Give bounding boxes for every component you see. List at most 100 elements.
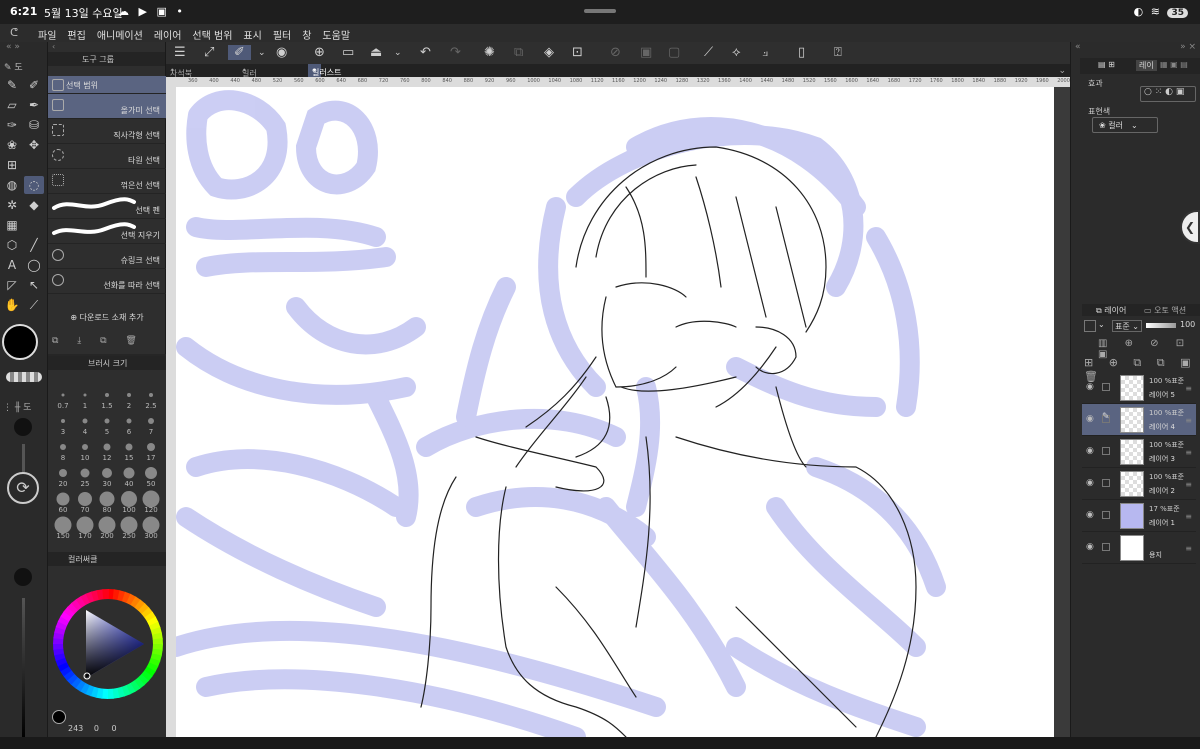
menu-window[interactable]: 창 xyxy=(302,27,311,42)
fill-tool-icon[interactable]: ◍ xyxy=(2,176,22,194)
menu-layer[interactable]: 레이어 xyxy=(154,27,182,42)
subtool-item[interactable]: 슈링크 선택 xyxy=(48,244,166,269)
selection-lasso-icon[interactable]: ✐ xyxy=(228,45,251,60)
fit-screen-icon[interactable]: ⤢ xyxy=(204,45,214,60)
download-material-button[interactable]: ⊕ 다운로드 소재 추가 xyxy=(48,312,166,323)
grid-tool-icon[interactable]: ⊞ xyxy=(2,156,22,174)
property-tab-icons[interactable]: ▦ ▣ ▤ xyxy=(1160,60,1188,69)
brush-size-option[interactable]: 50 xyxy=(140,464,162,488)
layer-checkbox[interactable] xyxy=(1102,383,1110,391)
tabs-chevron-icon[interactable]: ⌄ xyxy=(1058,66,1066,76)
brush-size-option[interactable]: 60 xyxy=(52,490,74,514)
eye-icon[interactable]: ◉ xyxy=(1086,478,1094,488)
brush-size-option[interactable]: 4 xyxy=(74,412,96,436)
help-icon[interactable]: ⍰ xyxy=(834,45,842,60)
blend-mode-select[interactable]: 표준 ⌄ xyxy=(1112,320,1142,332)
subtool-item[interactable]: 선택 펜 xyxy=(48,194,166,219)
eye-icon[interactable]: ◉ xyxy=(1086,414,1094,424)
fill-icon[interactable]: ◈ xyxy=(544,45,554,60)
brush-size-option[interactable]: 70 xyxy=(74,490,96,514)
brush-size-option[interactable]: 170 xyxy=(74,516,96,540)
brush-size-option[interactable]: 17 xyxy=(140,438,162,462)
brush-size-option[interactable]: 20 xyxy=(52,464,74,488)
subtool-item[interactable]: 선택 지우기 xyxy=(48,219,166,244)
eye-icon[interactable]: ◉ xyxy=(1086,510,1094,520)
opacity-value[interactable]: 100 xyxy=(1180,320,1195,329)
drawing-canvas[interactable] xyxy=(176,87,1054,737)
subtool-tab[interactable]: 도구 그룹 xyxy=(48,52,165,66)
color-wheel[interactable] xyxy=(50,586,166,702)
rotate-canvas-icon[interactable]: ⟳ xyxy=(7,472,39,504)
main-color-swatch[interactable] xyxy=(2,324,38,360)
select-layer-icon[interactable]: ↖ xyxy=(24,276,44,294)
brush-size-option[interactable]: 8 xyxy=(52,438,74,462)
subtool-item[interactable]: 타원 선택 xyxy=(48,144,166,169)
text-tool-icon[interactable]: A xyxy=(2,256,22,274)
layer-checkbox[interactable] xyxy=(1102,447,1110,455)
layer-color-icon[interactable] xyxy=(1084,320,1096,332)
line-tool-icon[interactable]: ╱ xyxy=(24,236,44,254)
marker-tool-icon[interactable]: ✑ xyxy=(2,116,22,134)
layer-row[interactable]: ◉ 100 %표준 레이어 2 ≡ xyxy=(1082,468,1196,500)
layer-row[interactable]: ◉ 100 %표준 레이어 3 ≡ xyxy=(1082,436,1196,468)
brush-size-option[interactable]: 3 xyxy=(52,412,74,436)
clear-icon[interactable]: ⊘ xyxy=(610,45,621,60)
subtool-item[interactable]: 선택 범위 xyxy=(48,76,166,94)
layer-copy-icon[interactable]: ⧉ xyxy=(514,45,523,60)
menu-selection[interactable]: 선택 범위 xyxy=(192,27,232,42)
eraser-tool-icon[interactable]: ▱ xyxy=(2,96,22,114)
move-tool-icon[interactable]: ✥ xyxy=(24,136,44,154)
save-chevron-icon[interactable]: ⌄ xyxy=(394,48,402,58)
eye-icon[interactable]: ◉ xyxy=(1086,542,1094,552)
brush-size-option[interactable]: 25 xyxy=(74,464,96,488)
brush-size-option[interactable]: 1 xyxy=(74,386,96,410)
layer-checkbox[interactable] xyxy=(1102,479,1110,487)
blend-tool-icon[interactable]: ❀ xyxy=(2,136,22,154)
layer-row[interactable]: ◉ ✎ 100 %표준 레이어 4 ≡ xyxy=(1082,404,1196,436)
palette-tab-icon[interactable]: ▤ ⊞ xyxy=(1098,60,1115,69)
transform-icon[interactable]: ⊡ xyxy=(572,45,583,60)
layer-row[interactable]: ◉ 100 %표준 레이어 5 ≡ xyxy=(1082,372,1196,404)
transparent-color-swatch[interactable] xyxy=(6,372,42,382)
color-wheel-tab[interactable]: 컬러써클 xyxy=(48,552,166,566)
airbrush-tool-icon[interactable]: ⛁ xyxy=(24,116,44,134)
subtool-footer-icons[interactable]: ⧉ ⤓ ⧉ 🗑 xyxy=(52,336,162,346)
menu-view[interactable]: 표시 xyxy=(243,27,261,42)
subtool-item[interactable]: 올가미 선택 xyxy=(48,94,166,119)
menu-filter[interactable]: 필터 xyxy=(273,27,291,42)
drag-handle-icon[interactable]: ≡ xyxy=(1185,480,1192,489)
layer-checkbox[interactable] xyxy=(1102,543,1110,551)
brush-size-tab[interactable]: 브러시 크기 xyxy=(48,356,166,370)
bucket-tool-icon[interactable]: ◆ xyxy=(24,196,44,214)
layer-checkbox[interactable] xyxy=(1102,511,1110,519)
layer-row[interactable]: ◉ 용지 ≡ xyxy=(1082,532,1196,564)
brush-size-option[interactable]: 12 xyxy=(96,438,118,462)
pencil-tool-icon[interactable]: ✐ xyxy=(24,76,44,94)
menu-animation[interactable]: 애니메이션 xyxy=(97,27,143,42)
brush-size-option[interactable]: 250 xyxy=(118,516,140,540)
brush-size-option[interactable]: 5 xyxy=(96,412,118,436)
brush-size-option[interactable]: 100 xyxy=(118,490,140,514)
balloon-tool-icon[interactable]: ◯ xyxy=(24,256,44,274)
loading-icon[interactable]: ✺ xyxy=(484,45,495,60)
brush-size-option[interactable]: 7 xyxy=(140,412,162,436)
multitask-handle[interactable] xyxy=(584,9,616,13)
right-panel-collapse-right[interactable]: » × xyxy=(1180,42,1196,52)
effect-buttons[interactable]: ○ ⁙ ◐ ▣ xyxy=(1140,86,1196,102)
lasso-tool-icon[interactable]: ◌ xyxy=(24,176,44,194)
ruler-snap-icon[interactable]: ⟋ xyxy=(704,45,713,60)
layers-tab[interactable]: ⧉ 레이어 xyxy=(1096,305,1126,316)
special-ruler-icon[interactable]: ⟡ xyxy=(732,45,741,60)
reference-icon[interactable]: ◉ xyxy=(276,45,287,60)
brush-size-option[interactable]: 30 xyxy=(96,464,118,488)
layer-property-tab[interactable]: 레이 xyxy=(1136,60,1157,71)
brush-size-option[interactable]: 300 xyxy=(140,516,162,540)
brush-size-option[interactable]: 0.7 xyxy=(52,386,74,410)
eye-icon[interactable]: ◉ xyxy=(1086,446,1094,456)
menu-file[interactable]: 파일 xyxy=(38,27,56,42)
drag-handle-icon[interactable]: ≡ xyxy=(1185,512,1192,521)
hamburger-menu-icon[interactable]: ☰ xyxy=(174,45,186,60)
brush-size-option[interactable]: 1.5 xyxy=(96,386,118,410)
subtool-item[interactable]: 직사각형 선택 xyxy=(48,119,166,144)
brush-size-option[interactable]: 2.5 xyxy=(140,386,162,410)
